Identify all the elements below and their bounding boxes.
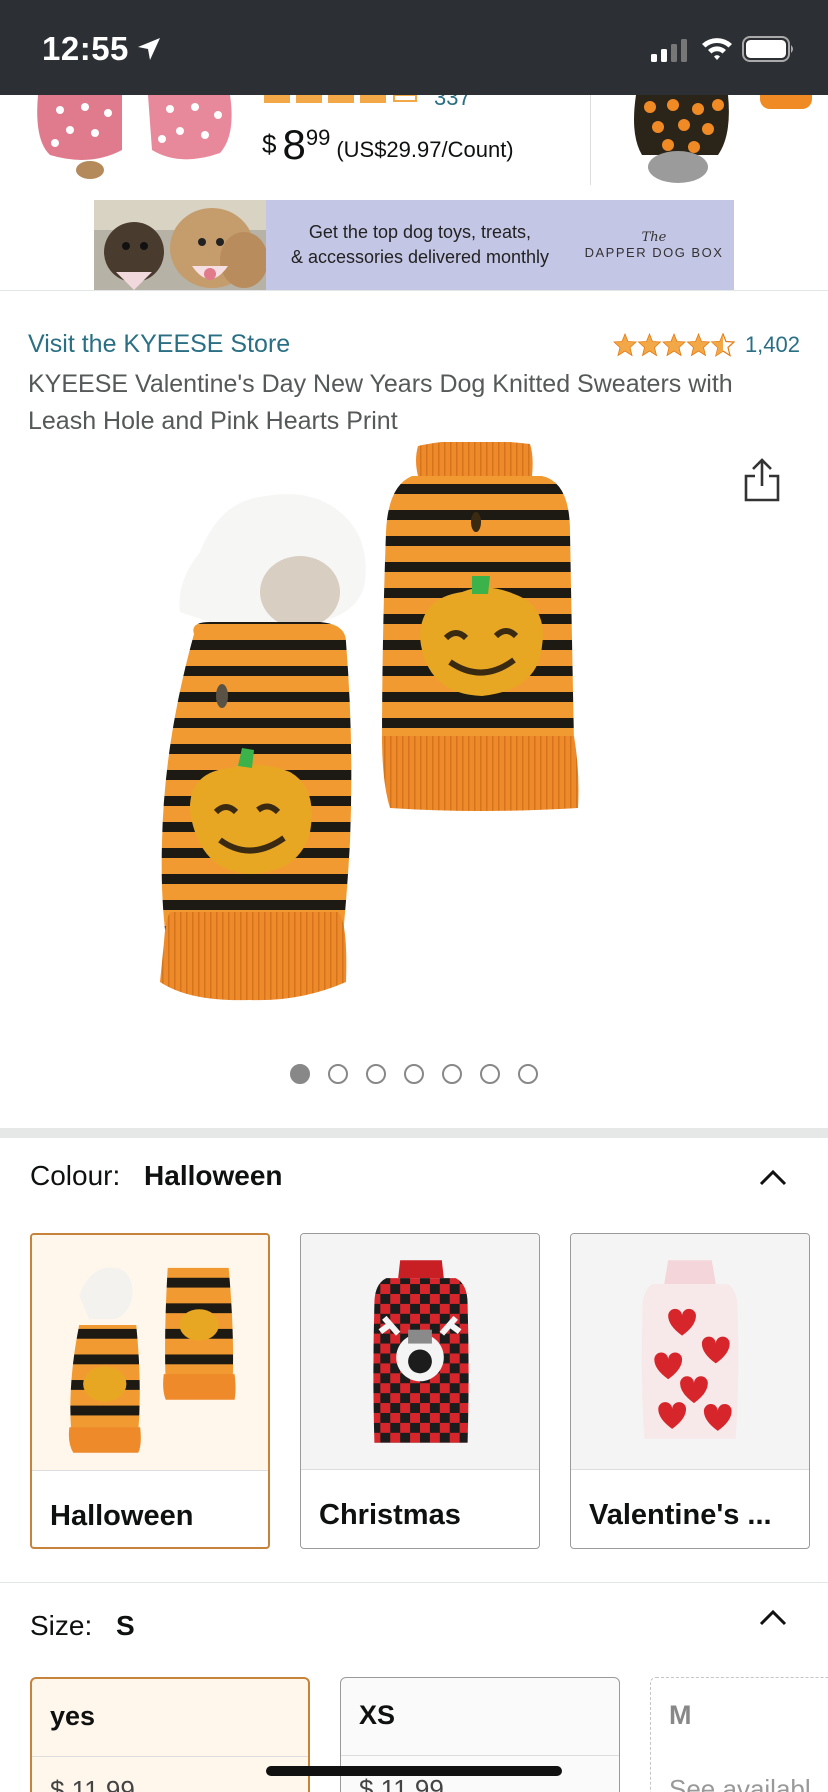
christmas-swatch-image [301,1234,539,1470]
swatch-label: Halloween [50,1500,194,1532]
product-rating[interactable]: 1,402 [613,332,800,358]
next-item-thumbnail-edge[interactable] [760,95,812,109]
wifi-icon [702,38,732,60]
swatch-label: Valentine's ... [589,1499,772,1531]
size-option-availability: See availabl [669,1774,811,1792]
sponsored-product-strip[interactable]: 337 $ 8 99 (US$29.97/Count) [0,95,828,195]
share-icon[interactable] [742,456,782,504]
price-whole: 8 [282,121,306,168]
banner-line-2: & accessories delivered monthly [290,247,550,267]
banner-brand-logo: The DAPPER DOG BOX [574,230,734,260]
colour-selector-header[interactable]: Colour: Halloween [30,1160,283,1192]
halloween-sweater-thumbnail[interactable] [628,95,732,185]
size-option-label: M [669,1700,692,1730]
size-selected-value: S [116,1610,135,1641]
banner-dogs-image [94,200,266,290]
status-bar: 12:55 [0,0,828,95]
divider [0,290,828,291]
carousel-dot[interactable] [366,1064,386,1084]
size-selector-header[interactable]: Size: S [30,1610,135,1642]
carousel-dot[interactable] [518,1064,538,1084]
product-main-image[interactable] [150,442,690,1026]
carousel-dot[interactable] [328,1064,348,1084]
rating-count[interactable]: 1,402 [745,332,800,358]
visit-store-link[interactable]: Visit the KYEESE Store [28,330,290,359]
colour-selected-value: Halloween [144,1160,283,1191]
carousel-dot[interactable] [480,1064,500,1084]
location-arrow-icon [138,38,160,60]
sponsored-rating-stars: 337 [264,95,471,110]
halloween-swatch-image [32,1235,268,1471]
product-title: KYEESE Valentine's Day New Years Dog Kni… [28,370,733,435]
battery-icon [742,36,793,62]
pink-heart-sweater-thumbnail[interactable] [30,95,240,180]
sponsored-price: $ 8 99 (US$29.97/Count) [262,121,514,169]
section-divider [0,1128,828,1138]
size-option-label: XS [341,1678,619,1756]
strip-divider [590,95,591,185]
carousel-dot[interactable] [442,1064,462,1084]
banner-tagline: Get the top dog toys, treats, & accessor… [266,220,574,270]
valentines-swatch-image [571,1234,809,1470]
size-option-m[interactable]: M See availabl [650,1677,828,1792]
banner-brand-the: The [641,230,667,245]
banner-line-1: Get the top dog toys, treats, [308,222,532,242]
chevron-up-icon[interactable] [758,1608,788,1626]
sponsored-rating-count: 337 [434,95,471,110]
colour-option-valentines[interactable]: Valentine's ... [570,1233,810,1549]
divider [0,1582,828,1583]
size-option-label: yes [32,1679,308,1757]
colour-option-christmas[interactable]: Christmas [300,1233,540,1549]
price-symbol: $ [262,129,277,159]
rating-stars-icon [613,333,735,357]
status-time: 12:55 [42,30,129,67]
swatch-label: Christmas [319,1499,461,1531]
chevron-up-icon[interactable] [758,1168,788,1186]
carousel-dot[interactable] [290,1064,310,1084]
colour-option-halloween[interactable]: Halloween [30,1233,270,1549]
banner-brand-name: DAPPER DOG BOX [584,245,724,260]
price-fraction: 99 [305,125,331,150]
dapper-dog-box-banner-ad[interactable]: Get the top dog toys, treats, & accessor… [94,200,734,290]
colour-swatches: Halloween Christmas Valentine's ... [30,1233,810,1549]
carousel-dot[interactable] [404,1064,424,1084]
image-carousel-dots[interactable] [0,1064,828,1084]
home-indicator[interactable] [266,1766,562,1776]
unit-price: (US$29.97/Count) [336,137,514,162]
cellular-signal-icon [651,39,687,62]
size-label: Size: [30,1610,93,1641]
colour-label: Colour: [30,1160,121,1191]
